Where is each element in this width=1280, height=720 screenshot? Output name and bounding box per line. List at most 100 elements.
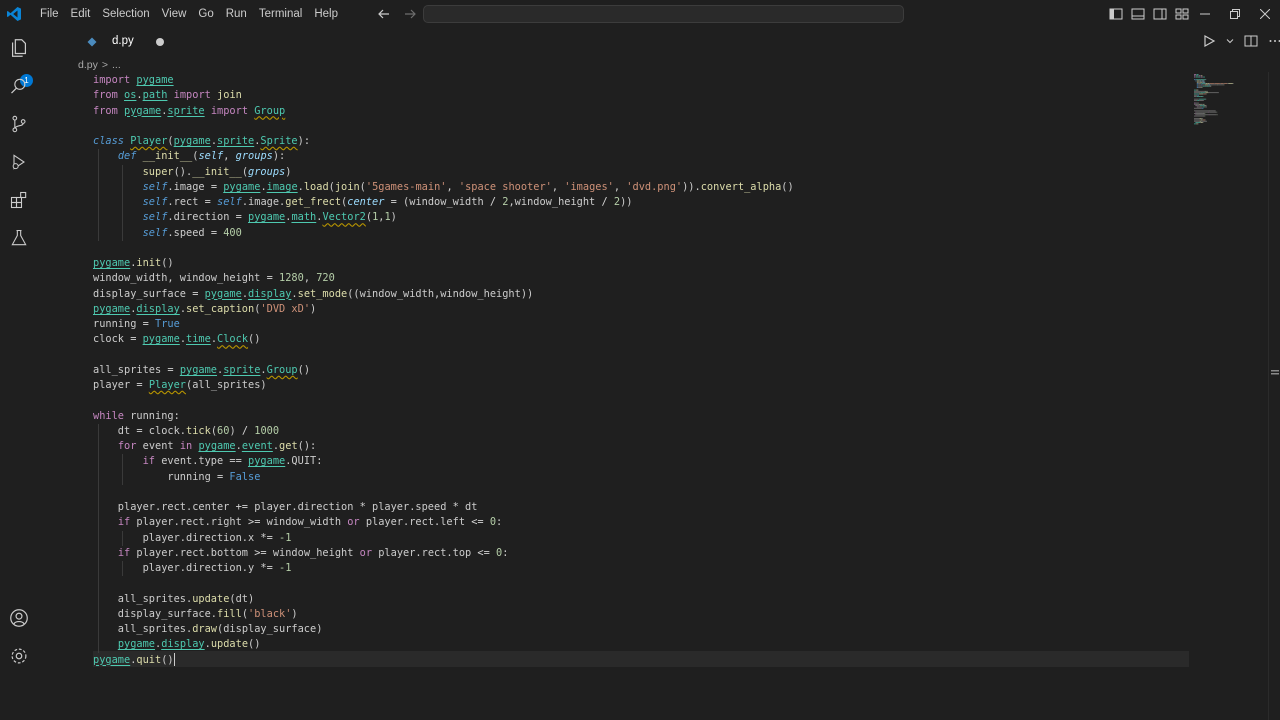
code-token: running: [93, 318, 143, 330]
minimap-token: [1201, 87, 1203, 88]
code-line[interactable]: clock = pygame.time.Clock(): [93, 332, 260, 347]
toggle-secondary-sidebar-icon[interactable]: [1152, 6, 1168, 22]
minimap-token: [1196, 111, 1203, 113]
minimap-token: [1209, 114, 1216, 116]
menu-view[interactable]: View: [156, 0, 193, 28]
menu-edit[interactable]: Edit: [65, 0, 97, 28]
code-line[interactable]: pygame.init(): [93, 256, 174, 271]
code-line[interactable]: from pygame.sprite import Group: [93, 104, 285, 119]
minimap-token: [1203, 111, 1209, 113]
menu-go[interactable]: Go: [192, 0, 219, 28]
testing-button[interactable]: [7, 226, 31, 250]
minimize-button[interactable]: [1190, 0, 1220, 28]
code-line[interactable]: display_surface.fill('black'): [93, 607, 298, 622]
manage-button[interactable]: [7, 644, 31, 668]
back-arrow-icon[interactable]: [376, 6, 392, 22]
code-line[interactable]: pygame.quit(): [93, 653, 175, 668]
code-line[interactable]: pygame.display.set_caption('DVD xD'): [93, 302, 316, 317]
code-token: super: [142, 165, 174, 178]
chevron-down-icon[interactable]: [1226, 37, 1234, 45]
minimap-token: [1202, 92, 1206, 94]
code-token: -1: [279, 562, 292, 574]
code-token: ,: [223, 150, 236, 163]
minimap-token: [1196, 74, 1199, 75]
minimap-token: [1194, 118, 1200, 120]
minimap-token: [1195, 80, 1197, 82]
code-line[interactable]: display_surface = pygame.display.set_mod…: [93, 287, 533, 302]
code-line[interactable]: dt = clock.tick(60) / 1000: [93, 424, 279, 439]
unsaved-dot-icon[interactable]: [156, 38, 164, 46]
code-token: ): [285, 165, 292, 178]
tab-active-file[interactable]: d.py: [76, 28, 174, 56]
menu-help[interactable]: Help: [308, 0, 344, 28]
code-line[interactable]: if player.rect.right >= window_width or …: [93, 515, 502, 530]
split-editor-icon[interactable]: [1244, 34, 1258, 48]
code-line[interactable]: player.rect.center += player.direction *…: [93, 500, 478, 515]
menu-terminal[interactable]: Terminal: [253, 0, 308, 28]
code-token: -1: [279, 531, 292, 544]
code-token: ().: [173, 165, 193, 178]
code-line[interactable]: from os.path import join: [93, 88, 242, 103]
code-line[interactable]: pygame.display.update(): [93, 637, 261, 652]
more-actions-icon[interactable]: [1268, 34, 1280, 48]
source-control-button[interactable]: [7, 112, 31, 136]
code-line[interactable]: self.speed = 400: [93, 226, 242, 241]
command-center-search[interactable]: [423, 5, 904, 23]
toggle-primary-sidebar-icon[interactable]: [1108, 6, 1124, 22]
run-debug-button[interactable]: [7, 150, 31, 174]
editor-tabs: d.py: [38, 28, 1280, 56]
customize-layout-icon[interactable]: [1174, 6, 1190, 22]
menu-selection[interactable]: Selection: [96, 0, 155, 28]
minimap-token: [1197, 94, 1199, 96]
minimap[interactable]: [1192, 72, 1268, 128]
code-line[interactable]: if event.type == pygame.QUIT:: [93, 454, 323, 469]
code-line[interactable]: self.rect = self.image.get_frect(center …: [93, 195, 633, 210]
minimap-token: [1196, 81, 1199, 83]
code-token: ): [390, 211, 397, 224]
explorer-button[interactable]: [7, 36, 31, 60]
code-line[interactable]: all_sprites.draw(display_surface): [93, 622, 323, 637]
minimap-token: [1201, 84, 1203, 86]
code-line[interactable]: import pygame: [93, 73, 174, 88]
code-line[interactable]: all_sprites = pygame.sprite.Group(): [93, 363, 310, 378]
code-line[interactable]: player = Player(all_sprites): [93, 378, 267, 393]
code-line[interactable]: window_width, window_height = 1280, 720: [93, 271, 335, 286]
search-button[interactable]: [7, 74, 31, 98]
code-line[interactable]: running = True: [93, 317, 180, 332]
minimap-token: [1196, 100, 1197, 101]
code-line[interactable]: while running:: [93, 409, 180, 424]
breadcrumb-symbol[interactable]: ...: [112, 59, 121, 71]
code-token: Clock: [217, 333, 249, 346]
code-token: .direction: [167, 211, 236, 224]
code-line[interactable]: for event in pygame.event.get():: [93, 439, 316, 454]
code-token: window_width, window_height: [93, 272, 267, 285]
minimap-token: [1201, 75, 1203, 77]
menu-run[interactable]: Run: [220, 0, 253, 28]
minimap-token: [1205, 83, 1208, 84]
code-line[interactable]: if player.rect.bottom >= window_height o…: [93, 546, 509, 561]
code-editor[interactable]: import pygame from os.path import join fro…: [38, 72, 1189, 720]
toggle-panel-icon[interactable]: [1130, 6, 1146, 22]
code-line[interactable]: all_sprites.update(dt): [93, 592, 254, 607]
restore-button[interactable]: [1220, 0, 1250, 28]
code-line[interactable]: class Player(pygame.sprite.Sprite):: [93, 134, 310, 149]
code-line[interactable]: def __init__(self, groups):: [93, 149, 285, 164]
accounts-button[interactable]: [7, 606, 31, 630]
code-token: clock: [93, 333, 131, 346]
forward-arrow-icon[interactable]: [402, 6, 418, 22]
minimap-token: [1203, 98, 1206, 100]
vertical-scrollbar[interactable]: [1268, 72, 1280, 720]
menu-file[interactable]: File: [34, 0, 65, 28]
code-token: player.rect.center: [93, 501, 236, 513]
code-line[interactable]: self.direction = pygame.math.Vector2(1,1…: [93, 210, 397, 225]
code-line[interactable]: running = False: [93, 470, 260, 485]
minimap-token: [1194, 100, 1197, 101]
minimap-token: [1197, 123, 1199, 125]
minimap-token: [1204, 113, 1206, 114]
breadcrumb-file[interactable]: d.py: [78, 59, 98, 71]
code-line[interactable]: self.image = pygame.image.load(join('5ga…: [93, 180, 794, 195]
extensions-button[interactable]: [7, 188, 31, 212]
close-button[interactable]: [1250, 0, 1280, 28]
run-file-icon[interactable]: [1202, 34, 1216, 48]
minimap-token: [1196, 106, 1198, 108]
